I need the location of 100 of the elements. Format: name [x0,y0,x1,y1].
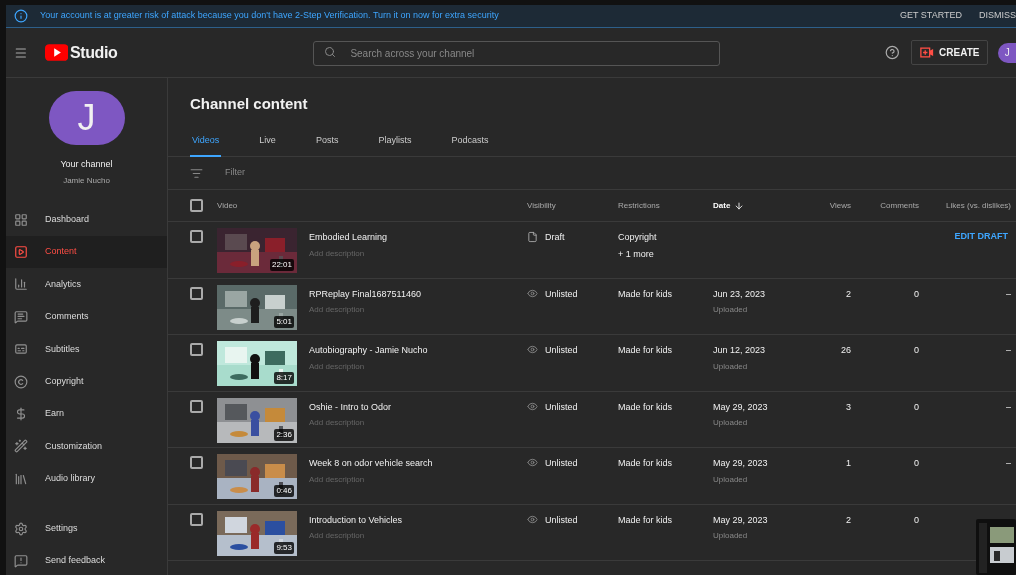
feedback-icon [14,554,28,568]
restriction-text: Made for kids [618,513,674,527]
nav-item[interactable]: Send feedback [6,545,167,575]
column-header: Video [217,199,239,212]
help-icon[interactable] [885,45,901,60]
date-note: Uploaded [713,304,749,316]
likes-text: – [1006,345,1011,355]
tab[interactable]: Playlists [376,127,414,157]
likes-text: – [1006,288,1011,299]
visibility-text: Draft [545,231,565,244]
chart-icon [14,277,28,292]
avatar[interactable]: J [998,42,1016,63]
search-icon [324,46,337,58]
eye-icon [527,513,538,525]
views-count: 3 [846,401,851,412]
nav-item[interactable]: Dashboard [6,203,167,236]
video-title[interactable]: Introduction to Vehicles [309,513,403,527]
restriction-text: Copyright [618,231,658,244]
grid-icon [14,212,28,227]
checkbox[interactable] [190,199,203,212]
column-header: Visibility [526,199,557,212]
column-header: Views [828,199,851,212]
document-icon [527,231,538,243]
date-text: May 29, 2023 [713,457,769,470]
duration-badge: 8:17 [274,372,294,384]
views-count: 1 [846,458,851,468]
likes-text: – [1006,401,1011,412]
video-title[interactable]: Embodied Learning [309,231,388,245]
date-note: Uploaded [713,360,749,373]
copyright-icon [14,374,28,389]
banner-button[interactable]: GET STARTED [899,9,962,23]
checkbox[interactable] [190,456,203,469]
column-header: Comments [879,199,919,212]
settings-icon [14,522,28,536]
video-title[interactable]: RPReplay Final1687511460 [309,287,421,301]
visibility-text: Unlisted [545,513,578,527]
nav-item[interactable]: Analytics [6,268,167,301]
logo-icon [44,44,68,61]
visibility-text: Unlisted [545,344,578,357]
library-icon [14,471,28,486]
tab[interactable]: Videos [190,127,222,157]
views-count: 26 [841,345,851,355]
logo-text: Studio [70,42,118,63]
date-text: May 29, 2023 [713,400,769,414]
tab[interactable]: Podcasts [449,127,491,157]
column-header[interactable]: Date [713,199,801,212]
column-header: Restrictions [618,199,661,212]
checkbox[interactable] [190,230,203,243]
restriction-text: + 1 more [618,247,655,261]
restriction-text: Made for kids [618,457,674,470]
captions-icon [14,342,28,357]
comment-icon [14,309,28,324]
restriction-text: Made for kids [618,287,674,301]
date-note: Uploaded [713,417,749,429]
eye-icon [527,400,538,412]
date-text: May 29, 2023 [713,513,769,527]
nav-item[interactable]: Earn [6,397,167,431]
date-text: Jun 12, 2023 [713,344,767,357]
nav-item[interactable]: Subtitles [6,333,167,366]
eye-icon [527,457,538,468]
banner-button[interactable]: DISMISS [979,9,1016,23]
eye-icon [527,344,538,355]
visibility-text: Unlisted [545,400,578,414]
search-field[interactable]: Search across your channel [313,41,721,66]
nav-item[interactable]: Settings [6,513,167,545]
restriction-text: Made for kids [618,344,674,357]
nav-item[interactable]: Content [6,235,167,269]
checkbox[interactable] [190,343,203,356]
checkbox[interactable] [190,512,203,526]
channel-name: Jamie Nucho [62,174,111,187]
info-icon [14,9,28,23]
filter-icon[interactable] [190,166,203,180]
create-button[interactable]: CREATE [911,40,989,65]
nav-item[interactable]: Comments [6,300,167,334]
date-note: Uploaded [713,473,749,486]
edit-draft-link[interactable]: EDIT DRAFT [954,230,1011,242]
checkbox[interactable] [190,286,203,300]
eye-icon [527,287,538,299]
tab[interactable]: Posts [313,127,341,157]
channel-title[interactable]: Your channel [6,158,167,172]
nav-item[interactable]: Copyright [6,365,167,398]
channel-avatar[interactable]: J [48,91,125,145]
tab[interactable]: Live [257,127,278,157]
play-icon [14,245,28,260]
comments-count: 0 [914,288,919,299]
nav-item[interactable]: Customization [6,430,167,463]
video-title[interactable]: Autobiography - Jamie Nucho [309,344,428,358]
comments-count: 0 [914,401,919,412]
views-count: 2 [846,514,851,525]
video-title[interactable]: Week 8 on odor vehicle search [309,457,433,471]
comments-count: 0 [914,514,919,525]
nav-item[interactable]: Audio library [6,462,167,495]
menu-icon[interactable] [14,45,28,60]
filter-field[interactable]: Filter [225,166,342,180]
duration-badge: 0:46 [274,485,294,497]
date-note: Uploaded [713,530,749,542]
video-plus-icon [920,47,935,58]
checkbox[interactable] [190,399,203,413]
video-title[interactable]: Oshie - Intro to Odor [309,400,392,414]
sort-icon [734,200,745,211]
